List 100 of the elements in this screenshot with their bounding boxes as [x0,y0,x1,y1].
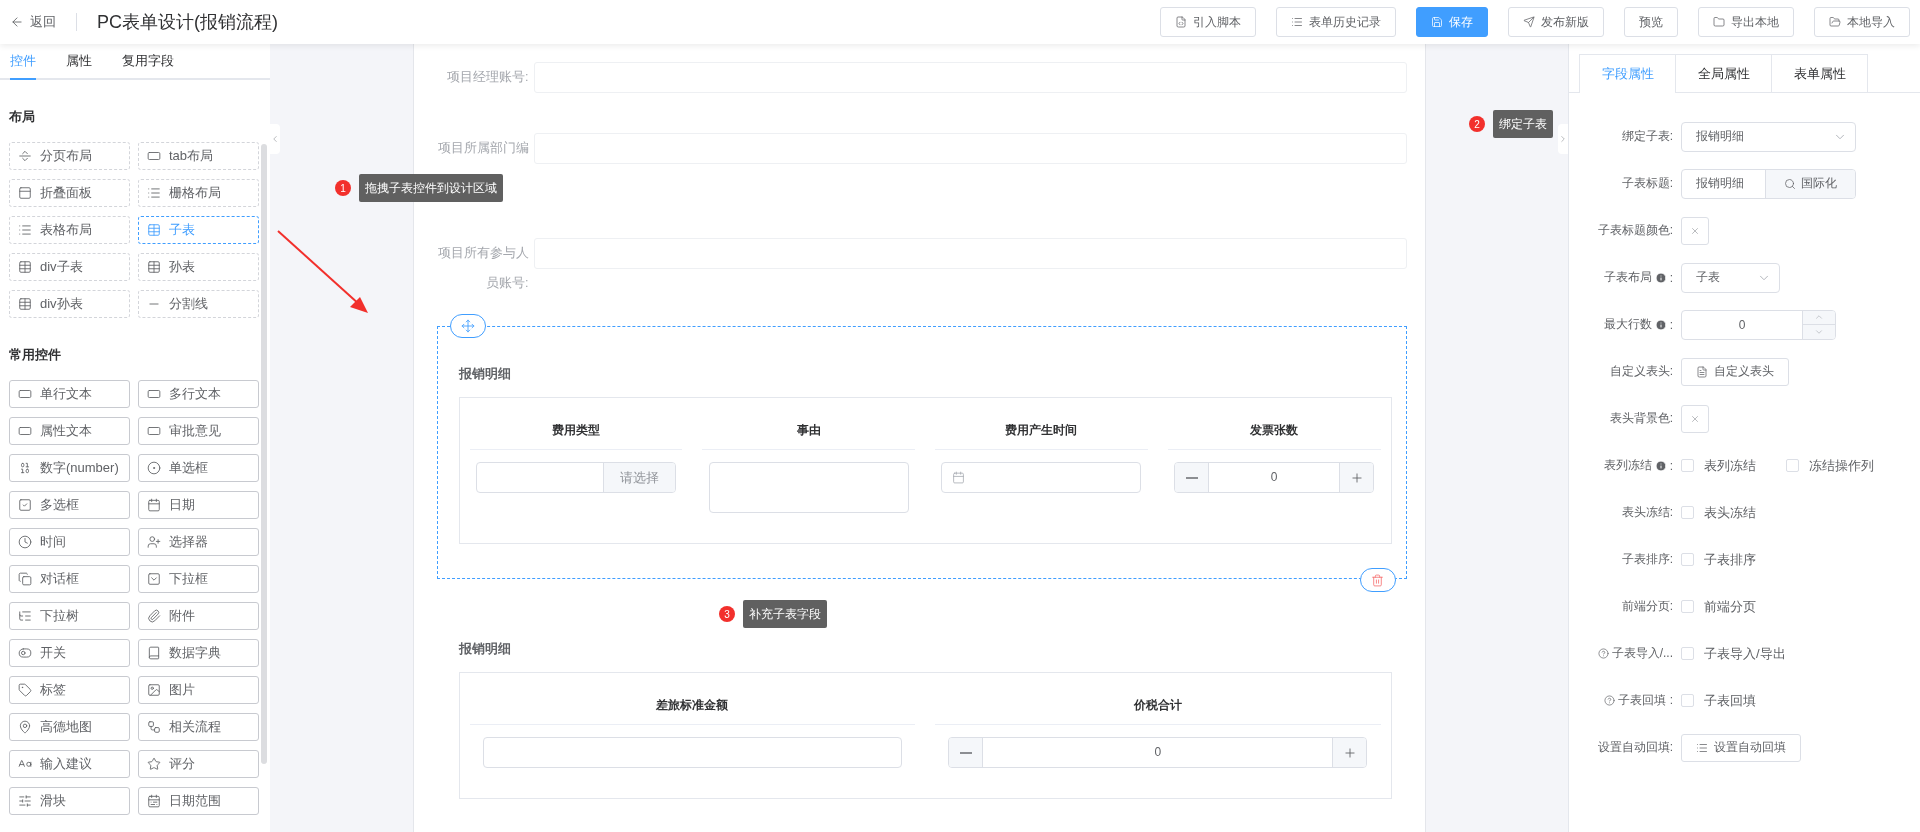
map-pin-icon [18,720,32,734]
component-item[interactable]: div子表 [9,253,130,281]
number-field[interactable]: 0 [1681,309,1836,340]
component-item[interactable]: 下拉框 [138,565,259,593]
component-item[interactable]: 日期范围 [138,787,259,815]
component-item[interactable]: 多行文本 [138,380,259,408]
subtable[interactable]: 报销明细 费用类型 请选择 事由 费用产生时间 发票张数 0 [436,326,1407,579]
custom-header-button[interactable]: 自定义表头 [1681,357,1789,386]
checkbox-option[interactable]: 冻结操作列 [1786,456,1874,475]
checkbox[interactable] [1681,647,1694,660]
minus-button[interactable] [949,738,983,767]
table-icon [147,223,161,237]
checkbox-option[interactable]: 前端分页 [1681,597,1756,616]
label-colon: : [1669,270,1673,285]
component-item[interactable]: 孙表 [138,253,259,281]
collapse-handle[interactable] [270,124,280,154]
component-item[interactable]: 输入建议 [9,750,130,778]
component-item[interactable]: 分页布局 [9,142,130,170]
component-item[interactable]: 标签 [9,676,130,704]
component-item[interactable]: 数据字典 [138,639,259,667]
component-item[interactable]: 分割线 [138,290,259,318]
toolbar-button[interactable]: 预览 [1624,7,1678,37]
panel-tab[interactable]: 复用字段 [122,52,174,80]
i18n-button[interactable]: 国际化 [1765,169,1855,198]
checkbox[interactable] [1681,600,1694,613]
checkbox-option[interactable]: 表头冻结 [1681,503,1756,522]
subtable-title: 报销明细 [458,365,512,383]
increment-button[interactable] [1803,310,1835,324]
scrollbar[interactable] [261,144,267,764]
panel-icon [18,186,32,200]
move-button[interactable] [449,314,486,338]
color-picker[interactable] [1681,404,1709,433]
component-item[interactable]: tab布局 [138,142,259,170]
subtable[interactable]: 报销明细 差旅标准金额 价税合计 0 [436,635,1407,832]
component-item[interactable]: 多选框 [9,491,130,519]
component-item[interactable]: 审批意见 [138,417,259,445]
table-icon [147,260,161,274]
component-item[interactable]: 表格布局 [9,216,130,244]
component-item[interactable]: 选择器 [138,528,259,556]
select-field[interactable]: 子表 [1681,262,1780,293]
list-icon [1696,741,1708,754]
component-item[interactable]: 下拉树 [9,602,130,630]
auto-fill-button[interactable]: 设置自动回填 [1681,733,1801,762]
checkbox[interactable] [1681,694,1694,707]
decrement-button[interactable] [1803,324,1835,339]
tooltip: 补充子表字段 [743,600,827,628]
component-item[interactable]: 栅格布局 [138,179,259,207]
move-icon [460,319,475,333]
component-item[interactable]: 开关 [9,639,130,667]
back-button[interactable]: 返回 [10,13,56,31]
panel-tab[interactable]: 属性 [66,52,92,80]
component-item[interactable]: 单选框 [138,454,259,482]
property-label: 子表导入/... [1611,645,1673,662]
toolbar-button[interactable]: 本地导入 [1814,7,1910,37]
file-icon [1175,16,1187,28]
properties-tab[interactable]: 表单属性 [1771,54,1868,92]
component-item[interactable]: 图片 [138,676,259,704]
toolbar-button[interactable]: 发布新版 [1508,7,1604,37]
component-item[interactable]: div孙表 [9,290,130,318]
component-item[interactable]: 属性文本 [9,417,130,445]
checkbox[interactable] [1786,459,1799,472]
component-item[interactable]: 对话框 [9,565,130,593]
checkbox[interactable] [1681,459,1694,472]
color-picker[interactable] [1681,216,1709,245]
checkbox[interactable] [1681,553,1694,566]
textarea-field[interactable] [708,462,909,513]
text-field[interactable] [482,737,902,768]
component-item[interactable]: 附件 [138,602,259,630]
component-item[interactable]: 相关流程 [138,713,259,741]
checkbox-option[interactable]: 表列冻结 [1681,456,1756,475]
delete-button[interactable] [1359,568,1396,592]
checkbox-option[interactable]: 子表导入/导出 [1681,644,1786,663]
trash-icon [1371,573,1384,587]
collapse-handle[interactable] [1558,124,1568,154]
save-icon [1431,16,1443,28]
component-item[interactable]: 滑块 [9,787,130,815]
component-item[interactable]: 时间 [9,528,130,556]
component-item[interactable]: 数字(number) [9,454,130,482]
title-field[interactable]: 报销明细 国际化 [1681,168,1856,199]
component-item[interactable]: 评分 [138,750,259,778]
toolbar-button[interactable]: 导出本地 [1698,7,1794,37]
toolbar-button[interactable]: 表单历史记录 [1276,7,1396,37]
minus-button[interactable] [1175,463,1209,492]
toolbar-button[interactable]: 引入脚本 [1160,7,1256,37]
component-item[interactable]: 日期 [138,491,259,519]
list-icon [18,223,32,237]
number-field[interactable]: 0 [1174,462,1375,493]
checkbox-option[interactable]: 子表回填 [1681,691,1756,710]
date-field[interactable] [941,462,1142,493]
select-field[interactable]: 报销明细 [1681,121,1856,152]
number-field[interactable]: 0 [948,737,1368,768]
checkbox[interactable] [1681,506,1694,519]
checkbox-option[interactable]: 子表排序 [1681,550,1756,569]
component-item[interactable]: 折叠面板 [9,179,130,207]
plus-button[interactable] [1333,738,1367,767]
rectangle-icon [147,149,161,163]
column-header: 发票张数 [1167,408,1381,450]
component-item[interactable]: 单行文本 [9,380,130,408]
plus-button[interactable] [1340,463,1374,492]
component-item[interactable]: 高德地图 [9,713,130,741]
